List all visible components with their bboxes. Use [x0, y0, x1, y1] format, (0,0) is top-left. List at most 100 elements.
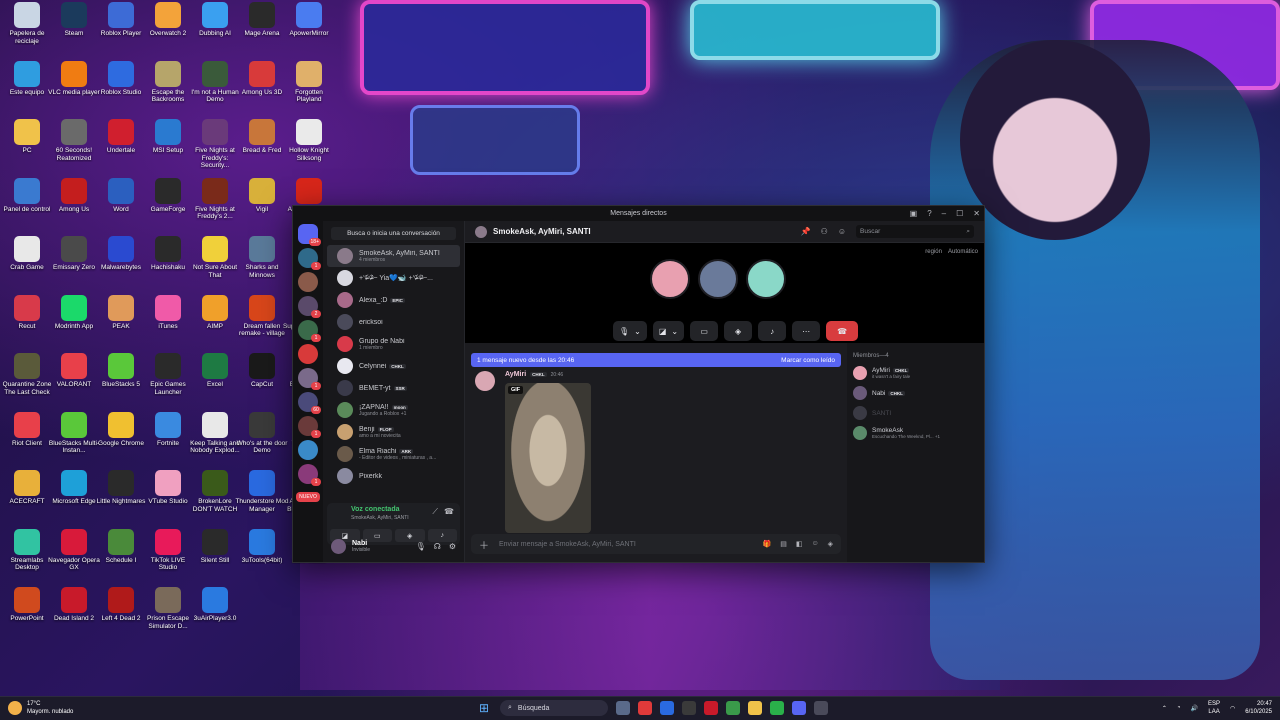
- taskbar-app-icon[interactable]: [660, 701, 674, 715]
- desktop-shortcut[interactable]: CapCut: [235, 353, 289, 389]
- chevron-up-icon[interactable]: ⌃: [1162, 705, 1167, 712]
- desktop-shortcut[interactable]: VALORANT: [47, 353, 101, 389]
- desktop-shortcut[interactable]: Little Nightmares: [94, 470, 148, 506]
- server-icon[interactable]: 1: [298, 464, 321, 486]
- dm-item[interactable]: Alexa_:D EPIC: [327, 289, 460, 311]
- desktop-shortcut[interactable]: BrokenLore DON'T WATCH: [188, 470, 242, 513]
- desktop-shortcut[interactable]: VTube Studio: [141, 470, 195, 506]
- call-participant-avatar[interactable]: [746, 259, 786, 299]
- desktop-shortcut[interactable]: ApowerMirror: [282, 2, 336, 38]
- members-icon[interactable]: ☺: [838, 227, 846, 236]
- desktop-shortcut[interactable]: Hachishaku: [141, 236, 195, 272]
- desktop-shortcut[interactable]: Thunderstore Mod Manager: [235, 470, 289, 513]
- maximize-button[interactable]: ☐: [956, 209, 963, 218]
- mark-read-button[interactable]: Marcar como leído: [781, 357, 835, 364]
- help-icon[interactable]: ?: [927, 209, 931, 218]
- desktop-shortcut[interactable]: Dead Island 2: [47, 587, 101, 623]
- desktop-shortcut[interactable]: Emissary Zero: [47, 236, 101, 272]
- noise-suppression-icon[interactable]: ⟋: [432, 507, 438, 517]
- desktop-shortcut[interactable]: Roblox Player: [94, 2, 148, 38]
- pin-icon[interactable]: 📌: [801, 227, 811, 236]
- desktop-shortcut[interactable]: Forgotten Playland: [282, 60, 336, 104]
- desktop-shortcut[interactable]: Overwatch 2: [141, 2, 195, 38]
- taskbar-app-icon[interactable]: [726, 701, 740, 715]
- desktop-shortcut[interactable]: Silent Still: [188, 528, 242, 565]
- desktop-shortcut[interactable]: Word: [94, 177, 148, 214]
- discord-taskbar-icon[interactable]: [792, 701, 806, 715]
- desktop-shortcut[interactable]: Five Nights at Freddy's: Security...: [188, 119, 242, 169]
- taskbar-app-icon[interactable]: [682, 701, 696, 715]
- file-explorer-icon[interactable]: [748, 701, 762, 715]
- inbox-icon[interactable]: ▣: [910, 209, 918, 218]
- desktop-shortcut[interactable]: Fortnite: [141, 411, 195, 448]
- desktop-shortcut[interactable]: ACECRAFT: [0, 470, 54, 506]
- wifi-icon[interactable]: ◠: [1230, 705, 1235, 712]
- dm-item[interactable]: Benji FLOP amo a mi noviecita: [327, 421, 460, 443]
- server-icon[interactable]: 60: [298, 392, 321, 414]
- desktop-shortcut[interactable]: TikTok LIVE Studio: [141, 528, 195, 572]
- desktop-shortcut[interactable]: Recut: [0, 294, 54, 331]
- desktop-shortcut[interactable]: 3uTools(64bit): [235, 528, 289, 565]
- clock[interactable]: 20:47 6/10/2025: [1245, 700, 1272, 716]
- microphone-icon[interactable]: 🎙: [416, 542, 426, 551]
- server-icon[interactable]: 1: [298, 320, 321, 342]
- desktop-shortcut[interactable]: Prison Escape Simulator D...: [141, 587, 195, 630]
- desktop-shortcut[interactable]: Among Us 3D: [235, 60, 289, 97]
- desktop-shortcut[interactable]: Sharks and Minnows: [235, 236, 289, 279]
- minimize-button[interactable]: –: [942, 209, 946, 218]
- desktop-shortcut[interactable]: Schedule I: [94, 528, 148, 565]
- desktop-shortcut[interactable]: Keep Talking and Nobody Explod...: [188, 411, 242, 455]
- taskbar-search[interactable]: ⌕ Búsqueda: [500, 700, 608, 716]
- disconnect-icon[interactable]: ☎: [444, 507, 454, 516]
- dm-item[interactable]: +‘ᵒ̴̶̷᷄ ᵒ̴̶̷᷅’~ Yia💙🐋 +‘ᵒ̴̶̷᷄ ᵒ̴̶̷᷅’~...: [327, 267, 460, 289]
- desktop-shortcut[interactable]: Streamlabs Desktop: [0, 528, 54, 572]
- desktop-shortcut[interactable]: iTunes: [141, 294, 195, 331]
- dm-item[interactable]: BEMET-yt SSR: [327, 377, 460, 399]
- dm-item[interactable]: ¡ZAPNA!! moon Jugando a Roblox +1: [327, 399, 460, 421]
- desktop-shortcut[interactable]: BlueStacks 5: [94, 353, 148, 389]
- task-view-icon[interactable]: [616, 701, 630, 715]
- server-icon[interactable]: [298, 344, 318, 364]
- desktop-shortcut[interactable]: Crab Game: [0, 236, 54, 272]
- server-icon[interactable]: 1: [298, 248, 321, 270]
- desktop-shortcut[interactable]: Navegador Opera GX: [47, 528, 101, 572]
- call-participant-avatar[interactable]: [650, 259, 690, 299]
- desktop-shortcut[interactable]: Riot Client: [0, 411, 54, 448]
- desktop-shortcut[interactable]: Vigil: [235, 177, 289, 214]
- gif-icon[interactable]: ▤: [780, 540, 787, 548]
- direct-messages-button[interactable]: 18+: [298, 224, 321, 246]
- desktop-shortcut[interactable]: VLC media player: [47, 60, 101, 97]
- desktop-shortcut[interactable]: Malwarebytes: [94, 236, 148, 272]
- desktop-shortcut[interactable]: 3uAirPlayer3.0: [188, 587, 242, 623]
- activities-button[interactable]: ◈: [724, 321, 753, 341]
- dm-item[interactable]: ericksoi: [327, 311, 460, 333]
- region-selector[interactable]: región Automático: [925, 249, 978, 255]
- language-indicator[interactable]: ESP LAA: [1208, 700, 1220, 716]
- desktop-shortcut[interactable]: Dubbing AI: [188, 2, 242, 38]
- desktop-shortcut[interactable]: Mage Arena: [235, 2, 289, 38]
- desktop-shortcut[interactable]: Hollow Knight Silksong: [282, 119, 336, 162]
- desktop-shortcut[interactable]: AIMP: [188, 294, 242, 331]
- add-attachment-icon[interactable]: ＋: [479, 537, 489, 552]
- desktop-shortcut[interactable]: Papelera de reciclaje: [0, 2, 54, 45]
- server-icon[interactable]: 1: [298, 368, 321, 390]
- screen-share-button[interactable]: ▭: [690, 321, 719, 341]
- dm-item[interactable]: Pixerkk: [327, 465, 460, 485]
- desktop-shortcut[interactable]: Left 4 Dead 2: [94, 587, 148, 623]
- gif-attachment[interactable]: GIF: [505, 383, 591, 533]
- member-item[interactable]: SANTI: [853, 403, 978, 423]
- disconnect-call-button[interactable]: ☎: [826, 321, 859, 341]
- emoji-icon[interactable]: ☺: [811, 540, 818, 548]
- desktop-shortcut[interactable]: Escape the Backrooms: [141, 60, 195, 104]
- member-item[interactable]: SmokeAsk Escuchando The Weeknd, Pl... +1: [853, 423, 978, 443]
- desktop-shortcut[interactable]: Not Sure About That: [188, 236, 242, 279]
- server-icon[interactable]: [298, 272, 318, 292]
- dm-item[interactable]: Grupo de Nabi 1 miembro: [327, 333, 460, 355]
- desktop-shortcut[interactable]: Bread & Fred: [235, 119, 289, 155]
- desktop-shortcut[interactable]: PowerPoint: [0, 587, 54, 623]
- desktop-shortcut[interactable]: BlueStacks Multi-Instan...: [47, 411, 101, 455]
- voice-channel-name[interactable]: SmokeAsk, AyMiri, SANTI: [351, 515, 409, 521]
- volume-icon[interactable]: 🔊: [1191, 705, 1198, 712]
- mute-button[interactable]: 🎙 ⌄: [613, 321, 647, 341]
- server-icon[interactable]: 1: [298, 416, 321, 438]
